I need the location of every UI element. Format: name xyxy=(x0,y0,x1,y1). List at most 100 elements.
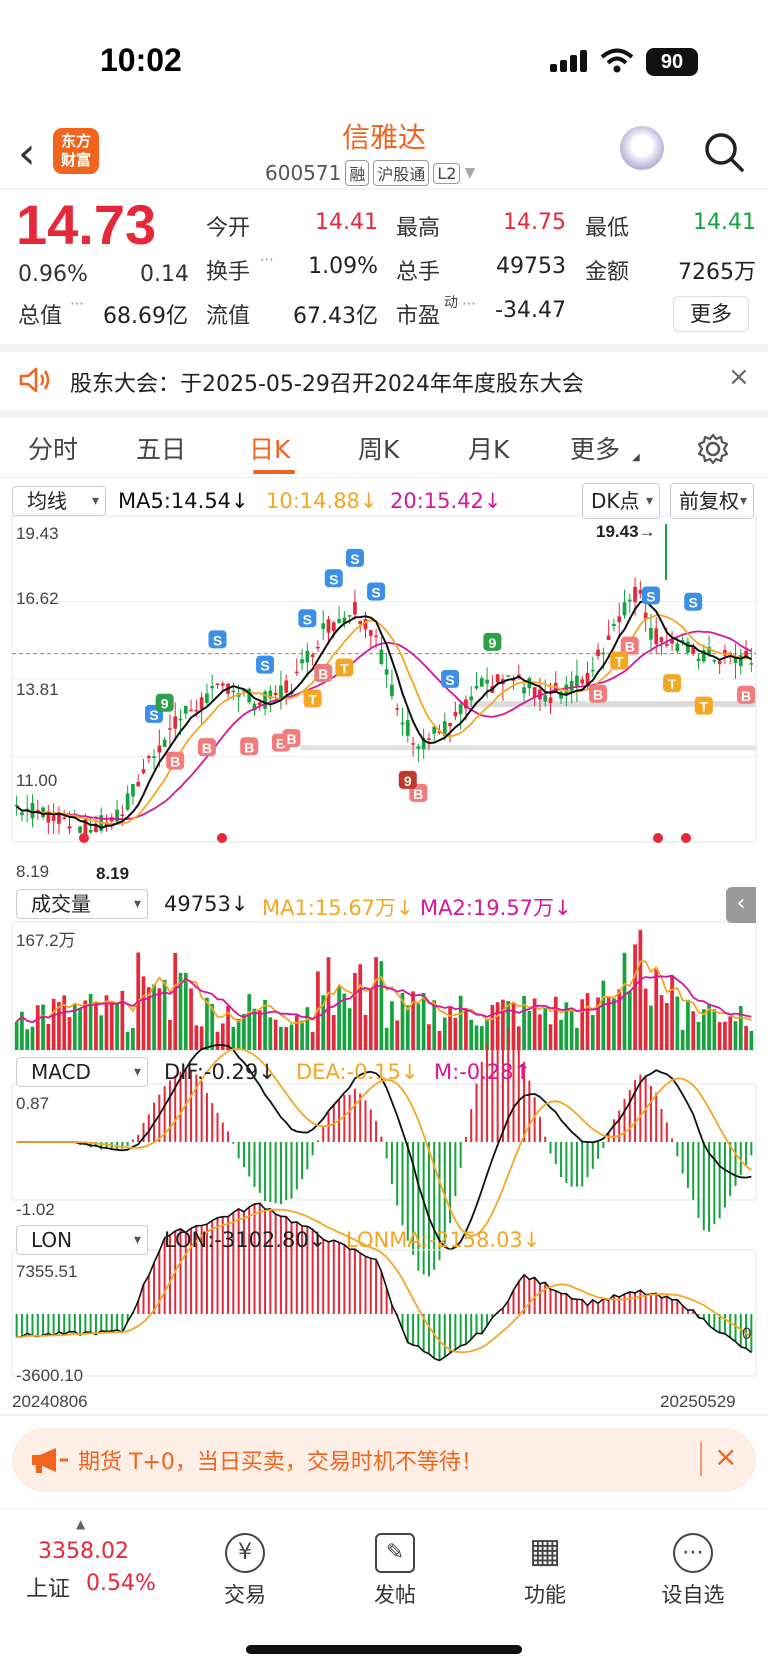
signal-marker-label: S xyxy=(303,611,312,627)
info-icon[interactable]: ⋯ xyxy=(462,296,476,312)
volume-bar xyxy=(342,993,347,1050)
pe-superscript: 动 xyxy=(444,295,458,311)
tab-intraday[interactable]: 分时 xyxy=(28,430,78,466)
candle-body xyxy=(284,680,289,693)
nav-add-watchlist[interactable]: ⋯ 设自选 xyxy=(648,1533,738,1609)
volume-value: 49753 xyxy=(496,254,566,279)
tab-weekly-k[interactable]: 周K xyxy=(358,430,399,466)
volume-bar xyxy=(744,1026,748,1050)
candle-body xyxy=(617,616,622,623)
settings-gear-icon[interactable] xyxy=(696,432,730,466)
turnover-label: 换手 xyxy=(206,260,251,285)
promo-text: 期货 T+0，当日买卖，交易时机不等待！ xyxy=(78,1450,483,1475)
volume-bar xyxy=(67,1017,72,1050)
collapse-panel-button[interactable]: ‹ xyxy=(726,887,756,923)
volume-bar xyxy=(30,1026,35,1050)
candle-body xyxy=(411,743,415,745)
index-change[interactable]: 0.54% xyxy=(86,1571,156,1596)
lonma-value: LONMA:-2158.03↓ xyxy=(346,1228,541,1252)
kline-chart-area[interactable]: SSSSSSSSS SBB B B BBBBBBTT TTT999 xyxy=(0,480,768,1400)
volume-bar xyxy=(627,991,632,1050)
volume-bar xyxy=(310,1031,315,1050)
volume-ma2: MA2:19.57万↓ xyxy=(420,896,572,920)
volume-bar xyxy=(384,1027,389,1050)
candle-body xyxy=(479,678,484,687)
lon-frame xyxy=(11,1249,757,1377)
volume-bar xyxy=(464,1008,468,1050)
more-button[interactable]: 更多 xyxy=(673,296,749,332)
divider xyxy=(0,188,768,190)
macd-max-label: 0.87 xyxy=(16,1094,50,1113)
macd-dea: DEA:-0.15↓ xyxy=(296,1060,419,1084)
index-name[interactable]: 上证 xyxy=(26,1571,70,1603)
tab-monthly-k[interactable]: 月K xyxy=(468,430,509,466)
mktcap-label: 总值 xyxy=(18,304,63,329)
candle-body xyxy=(78,826,82,833)
index-value[interactable]: 3358.02 xyxy=(38,1539,129,1564)
volume-bar xyxy=(83,1000,88,1050)
float-label: 流值 xyxy=(206,304,251,329)
nav-trade[interactable]: ¥ 交易 xyxy=(200,1533,290,1609)
close-icon[interactable]: × xyxy=(728,362,750,392)
tab-more[interactable]: 更多 xyxy=(570,430,620,466)
volume-bar xyxy=(363,1014,368,1050)
signal-marker-label: 9 xyxy=(488,635,496,651)
macd-min-label: -1.02 xyxy=(16,1200,55,1219)
signal-marker-label: B xyxy=(244,739,254,755)
lon-indicator-select[interactable]: LON xyxy=(16,1225,148,1255)
volume-bar xyxy=(717,1022,722,1050)
futures-promo-banner[interactable]: 期货 T+0，当日买卖，交易时机不等待！ × xyxy=(12,1428,756,1492)
volume-label: 总手 xyxy=(396,260,441,285)
y-label-3: 13.81 xyxy=(16,680,59,699)
event-dot xyxy=(681,833,691,843)
close-icon[interactable]: × xyxy=(714,1440,737,1473)
volume-bar xyxy=(575,1027,579,1050)
candle-body xyxy=(152,756,156,759)
volume-bar xyxy=(659,995,664,1050)
change-value: 0.14 xyxy=(140,262,189,287)
status-bar: 10:02 90 xyxy=(0,0,768,120)
notice-bar[interactable]: 股东大会：于2025-05-29召开2024年年度股东大会 × xyxy=(0,352,768,408)
volume-bar xyxy=(643,988,648,1050)
date-end: 20250529 xyxy=(660,1392,736,1411)
volume-bar xyxy=(289,1024,294,1050)
info-icon[interactable]: ⋯ xyxy=(260,252,274,268)
volume-bar xyxy=(453,1017,458,1050)
volume-bar xyxy=(215,1031,220,1050)
volume-indicator-select[interactable]: 成交量 xyxy=(16,889,148,919)
volume-bar xyxy=(236,1018,241,1050)
candle-body xyxy=(606,635,611,640)
candle-body xyxy=(194,710,199,712)
volume-bar xyxy=(553,996,558,1050)
volume-bar xyxy=(680,1030,685,1050)
volume-bar xyxy=(78,1007,82,1050)
candle-body xyxy=(717,661,722,665)
candle-body xyxy=(215,683,220,685)
volume-bar xyxy=(284,1027,289,1050)
chevron-down-icon: ▼ xyxy=(464,165,476,181)
stock-subline[interactable]: 600571 融 沪股通 L2 ▼ xyxy=(265,160,475,186)
tab-five-day[interactable]: 五日 xyxy=(136,430,186,466)
candle-body xyxy=(199,697,204,710)
volume-bar xyxy=(194,1025,199,1050)
volume-bar xyxy=(432,1000,437,1050)
cellular-signal-icon xyxy=(550,50,587,72)
macd-indicator-select[interactable]: MACD xyxy=(16,1057,148,1087)
volume-bar xyxy=(654,968,659,1050)
macd-frame xyxy=(11,1083,757,1201)
candle-body xyxy=(363,618,368,630)
search-icon[interactable] xyxy=(702,130,746,174)
tab-daily-k[interactable]: 日K xyxy=(249,430,290,466)
candle-body xyxy=(633,586,637,603)
nav-post[interactable]: ✎ 发帖 xyxy=(350,1533,440,1609)
info-icon[interactable]: ⋯ xyxy=(70,296,84,312)
volume-bar xyxy=(279,1026,283,1050)
open-value: 14.41 xyxy=(315,210,378,235)
low-marker: 8.19 xyxy=(96,864,130,883)
nav-functions[interactable]: ▦ 功能 xyxy=(500,1533,590,1609)
candle-body xyxy=(125,793,130,810)
high-marker: 19.43→ xyxy=(596,522,656,541)
volume-bar xyxy=(173,952,178,1050)
assistant-robot-icon[interactable] xyxy=(620,126,664,170)
volume-bar xyxy=(51,998,56,1050)
